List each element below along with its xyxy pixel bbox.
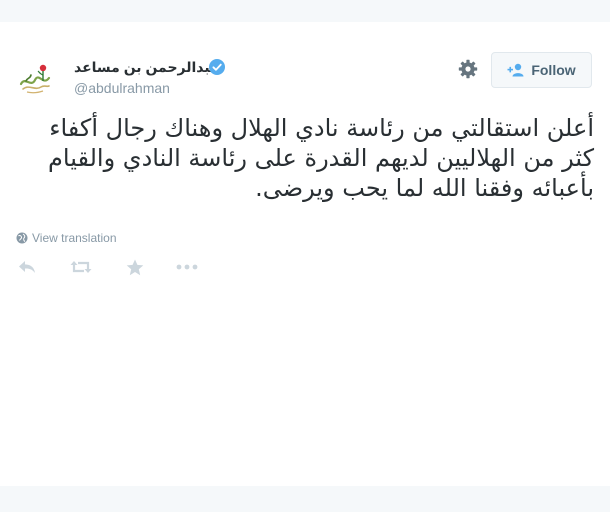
follow-button[interactable]: Follow [491,52,592,88]
tweet-text: أعلن استقالتي من رئاسة نادي الهلال وهناك… [48,114,594,202]
screen-name[interactable]: @abdulrahman [74,80,170,96]
gear-icon [458,59,478,79]
more-button[interactable] [176,258,198,276]
add-user-icon [507,63,524,77]
user-actions-button[interactable] [457,58,479,80]
bottom-strip [0,486,610,512]
retweet-icon [70,261,92,273]
globe-icon [16,232,28,244]
retweet-button[interactable] [70,258,92,276]
favorite-button[interactable] [124,258,146,276]
verified-badge-icon [209,59,225,75]
tweet-page: عبدالرحمن بن مساعد @abdulrahman Follow أ… [0,0,610,512]
reply-button[interactable] [16,258,38,276]
favorite-star-icon [126,259,144,275]
view-translation-link[interactable]: View translation [16,231,117,245]
display-name[interactable]: عبدالرحمن بن مساعد [74,59,220,76]
top-strip [0,0,610,22]
avatar[interactable] [17,60,53,96]
more-icon [176,264,198,270]
view-translation-label: View translation [32,231,117,245]
reply-icon [19,261,35,273]
follow-label: Follow [531,62,576,78]
